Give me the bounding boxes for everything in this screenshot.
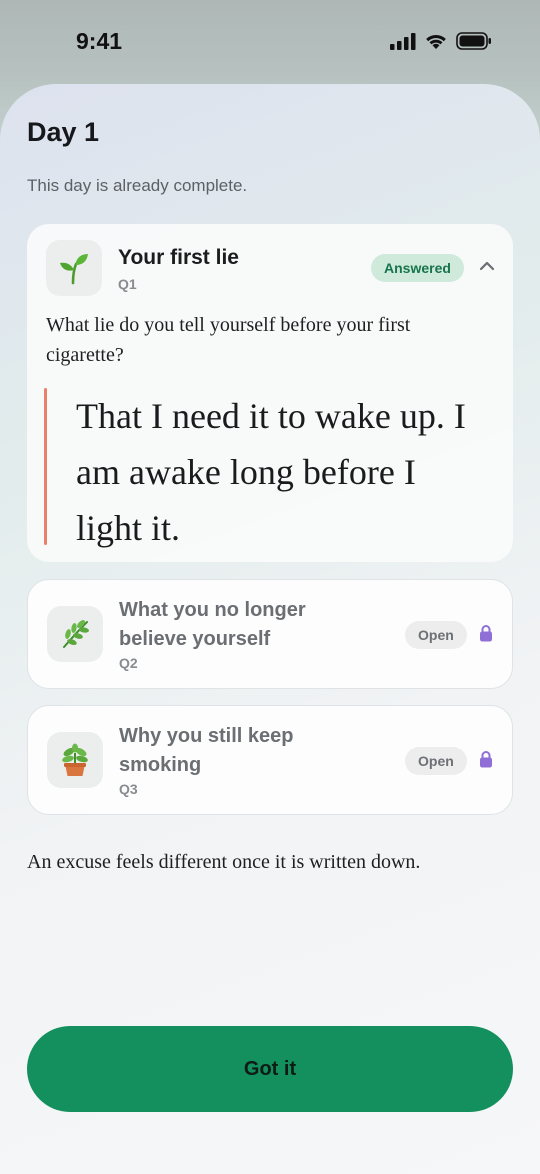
question-number: Q2 (119, 655, 138, 671)
herb-icon (47, 606, 103, 662)
lock-icon (480, 625, 492, 642)
question-card-q1[interactable]: Your first lie Q1 Answered What lie do y… (27, 224, 513, 562)
answer-text: That I need it to wake up. I am awake lo… (76, 396, 466, 548)
status-bar: 9:41 (0, 0, 540, 88)
lock-icon (480, 751, 492, 768)
question-number: Q3 (119, 781, 138, 797)
page-title: Day 1 (27, 117, 100, 147)
status-badge-open: Open (405, 747, 467, 775)
status-badge-answered: Answered (371, 254, 464, 282)
got-it-button[interactable]: Got it (27, 1026, 513, 1112)
answer-quote-bar (44, 388, 47, 545)
wifi-icon (426, 34, 446, 49)
signal-icon (390, 32, 416, 50)
question-number: Q1 (118, 276, 137, 292)
status-icons (390, 32, 492, 50)
footer-note: An excuse feels different once it is wri… (27, 851, 421, 873)
chevron-up-icon[interactable] (479, 260, 495, 272)
question-title: Why you still keep smoking (119, 725, 294, 776)
seedling-icon (46, 240, 102, 296)
battery-icon (456, 32, 491, 50)
question-card-q3[interactable]: Why you still keep smoking Q3 Open (27, 705, 513, 815)
day-sheet: Day 1 This day is already complete. Your… (0, 84, 540, 1174)
page-subtitle: This day is already complete. (27, 176, 248, 195)
potted-plant-icon (47, 732, 103, 788)
question-title: What you no longer believe yourself (119, 599, 306, 650)
question-card-q2[interactable]: What you no longer believe yourself Q2 O… (27, 579, 513, 689)
question-title: Your first lie (118, 246, 239, 269)
question-prompt: What lie do you tell yourself before you… (46, 314, 411, 366)
status-time: 9:41 (76, 28, 123, 54)
status-badge-open: Open (405, 621, 467, 649)
